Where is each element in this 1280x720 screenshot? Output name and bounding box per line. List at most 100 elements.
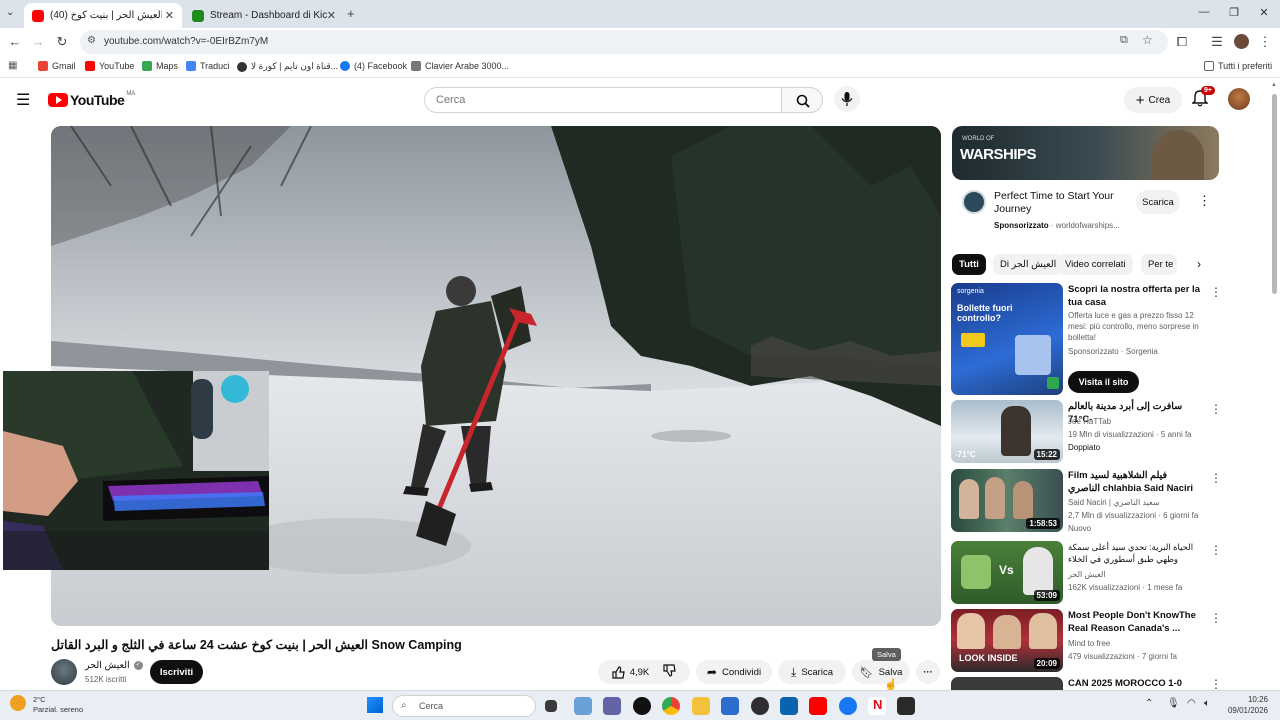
- tray-chevron-icon[interactable]: ⌃: [1145, 698, 1153, 709]
- scrollbar-up-icon[interactable]: ▲: [1271, 82, 1277, 88]
- store-icon[interactable]: [721, 697, 739, 715]
- taskbar-search[interactable]: ⌕ Cerca: [392, 695, 536, 717]
- more-actions-button[interactable]: ···: [916, 660, 940, 684]
- bookmark-gmail[interactable]: Gmail: [38, 61, 76, 71]
- clock-date[interactable]: 09/01/2026: [1218, 706, 1268, 715]
- channel-name[interactable]: Mind to free: [1068, 638, 1203, 649]
- visit-site-button[interactable]: Visita il sito: [1068, 371, 1139, 393]
- video-thumbnail[interactable]: -71°C 15:22: [951, 400, 1063, 463]
- maximize-icon[interactable]: ❐: [1224, 6, 1244, 19]
- video-title[interactable]: Film فيلم الشلاهبية لسيد الناصري chlahbi…: [1068, 469, 1200, 495]
- close-window-icon[interactable]: ✕: [1254, 6, 1274, 19]
- new-tab-button[interactable]: +: [347, 6, 355, 21]
- list-item[interactable]: LOOK INSIDE 20:09 Most People Don't Know…: [951, 609, 1251, 673]
- bookmark-kora[interactable]: قناة اون تايم | كورة لا...: [237, 61, 338, 72]
- save-button[interactable]: 🔖︎ Salva: [852, 660, 910, 684]
- bookmark-maps[interactable]: Maps: [142, 61, 178, 71]
- video-title[interactable]: الحياة البرية: تحدي سيد أعلى سمكة وطهي ط…: [1068, 541, 1200, 565]
- create-button[interactable]: + Crea: [1124, 87, 1182, 113]
- site-info-icon[interactable]: ⚙: [87, 35, 96, 46]
- chip-scroll-right-icon[interactable]: ›: [1197, 257, 1201, 271]
- reload-icon[interactable]: ↻: [53, 33, 71, 51]
- apps-grid-icon[interactable]: ▦: [8, 60, 17, 71]
- obs-icon[interactable]: [751, 697, 769, 715]
- more-options-icon[interactable]: ⋮: [1210, 471, 1222, 485]
- more-options-icon[interactable]: ⋮: [1210, 543, 1222, 557]
- chrome-icon[interactable]: [662, 697, 680, 715]
- weather-icon[interactable]: [10, 695, 26, 711]
- netflix-icon[interactable]: N: [868, 697, 886, 715]
- close-tab-icon[interactable]: ✕: [165, 9, 174, 22]
- download-button[interactable]: ⤓ Scarica: [778, 660, 846, 684]
- voice-search-button[interactable]: [834, 86, 860, 112]
- like-button[interactable]: 4,9K: [612, 665, 649, 679]
- ad-title[interactable]: Perfect Time to Start Your Journey: [994, 190, 1134, 216]
- list-item[interactable]: CAN 2025 MOROCCO 1-0 ⋮: [951, 677, 1251, 690]
- reading-list-icon[interactable]: ☰: [1208, 33, 1226, 51]
- youtube-app-icon[interactable]: [809, 697, 827, 715]
- tab-search-icon[interactable]: ⌄: [6, 7, 14, 18]
- video-thumbnail[interactable]: 1:58:53: [951, 469, 1063, 532]
- chrome-menu-icon[interactable]: ⋮: [1256, 33, 1274, 51]
- bookmark-facebook[interactable]: (4) Facebook: [340, 61, 407, 71]
- video-thumbnail[interactable]: sorgenia Bollette fuori controllo?: [951, 283, 1063, 395]
- video-thumbnail[interactable]: Vs 53:09: [951, 541, 1063, 604]
- page-scrollbar[interactable]: ▲: [1271, 82, 1278, 690]
- teams-icon[interactable]: [603, 697, 621, 715]
- share-button[interactable]: ➦ Condividi: [696, 660, 772, 684]
- bookmark-clavier[interactable]: Clavier Arabe 3000...: [411, 61, 509, 71]
- youtube-logo[interactable]: YouTube MA: [48, 91, 135, 108]
- ad-banner[interactable]: WORLD OF WARSHIPS: [952, 126, 1219, 180]
- bookmark-translate[interactable]: Traduci: [186, 61, 230, 71]
- tiktok-icon[interactable]: [633, 697, 651, 715]
- channel-avatar[interactable]: [51, 659, 77, 685]
- epic-games-icon[interactable]: [897, 697, 915, 715]
- video-thumbnail[interactable]: LOOK INSIDE 20:09: [951, 609, 1063, 672]
- list-item[interactable]: Vs 53:09 الحياة البرية: تحدي سيد أعلى سم…: [951, 541, 1251, 605]
- list-item[interactable]: 1:58:53 Film فيلم الشلاهبية لسيد الناصري…: [951, 469, 1251, 533]
- chip-all[interactable]: Tutti: [952, 254, 986, 275]
- list-item[interactable]: sorgenia Bollette fuori controllo? Scopr…: [951, 283, 1251, 395]
- more-options-icon[interactable]: ⋮: [1210, 402, 1222, 416]
- list-item[interactable]: -71°C 15:22 سافرت إلى أبرد مدينة بالعالم…: [951, 400, 1251, 464]
- address-bar[interactable]: ⚙ youtube.com/watch?v=-0EIrBZm7yM ⧉ ☆: [80, 30, 1168, 54]
- windows-start-icon[interactable]: [367, 697, 383, 713]
- subscribe-button[interactable]: Iscriviti: [150, 660, 203, 684]
- install-app-icon[interactable]: ⧉: [1120, 34, 1128, 47]
- tab-youtube[interactable]: (40) العيش الحر | بنيت كوخ ... ✕: [24, 3, 182, 28]
- channel-name[interactable]: Said Naciri | سعيد الناصري: [1068, 497, 1203, 508]
- notifications-button[interactable]: 9+: [1191, 86, 1215, 112]
- more-options-icon[interactable]: ⋮: [1210, 677, 1222, 690]
- all-bookmarks[interactable]: Tutti i preferiti: [1204, 61, 1272, 71]
- chip-related[interactable]: Video correlati: [1058, 254, 1133, 275]
- file-explorer-icon[interactable]: [692, 697, 710, 715]
- facebook-app-icon[interactable]: [839, 697, 857, 715]
- more-options-icon[interactable]: ⋮: [1210, 611, 1222, 625]
- video-title[interactable]: Most People Don't KnowThe Real Reason Ca…: [1068, 609, 1200, 635]
- chip-for-you[interactable]: Per te: [1141, 254, 1177, 275]
- dislike-button[interactable]: [663, 664, 676, 680]
- ad-more-icon[interactable]: ⋮: [1198, 193, 1211, 209]
- channel-name[interactable]: العيش الحر: [1068, 569, 1203, 580]
- hamburger-menu-icon[interactable]: ☰: [16, 90, 30, 110]
- outlook-icon[interactable]: [780, 697, 798, 715]
- profile-avatar[interactable]: [1234, 34, 1249, 49]
- microphone-tray-icon[interactable]: 🎙︎: [1167, 698, 1180, 709]
- close-tab-icon[interactable]: ✕: [327, 9, 336, 22]
- video-thumbnail[interactable]: [951, 677, 1063, 690]
- channel-name[interactable]: العيش الحر ✓: [85, 660, 143, 671]
- clock-time[interactable]: 10:26: [1228, 695, 1268, 704]
- volume-icon[interactable]: 🔈︎: [1204, 698, 1210, 709]
- video-title[interactable]: CAN 2025 MOROCCO 1-0: [1068, 677, 1200, 690]
- wifi-icon[interactable]: ◠: [1187, 698, 1196, 709]
- chip-from-channel[interactable]: Di العيش الحر: [993, 254, 1064, 275]
- extensions-icon[interactable]: ⧠: [1173, 33, 1191, 51]
- tab-kick[interactable]: Stream - Dashboard di Kick ✕: [184, 3, 344, 28]
- account-avatar[interactable]: [1228, 88, 1250, 110]
- search-input[interactable]: Cerca: [424, 87, 782, 113]
- widgets-icon[interactable]: [574, 697, 592, 715]
- bookmark-youtube[interactable]: YouTube: [85, 61, 134, 71]
- channel-name[interactable]: Joe HaTTab: [1068, 416, 1203, 427]
- more-options-icon[interactable]: ⋮: [1210, 285, 1222, 299]
- minimize-icon[interactable]: —: [1194, 6, 1214, 18]
